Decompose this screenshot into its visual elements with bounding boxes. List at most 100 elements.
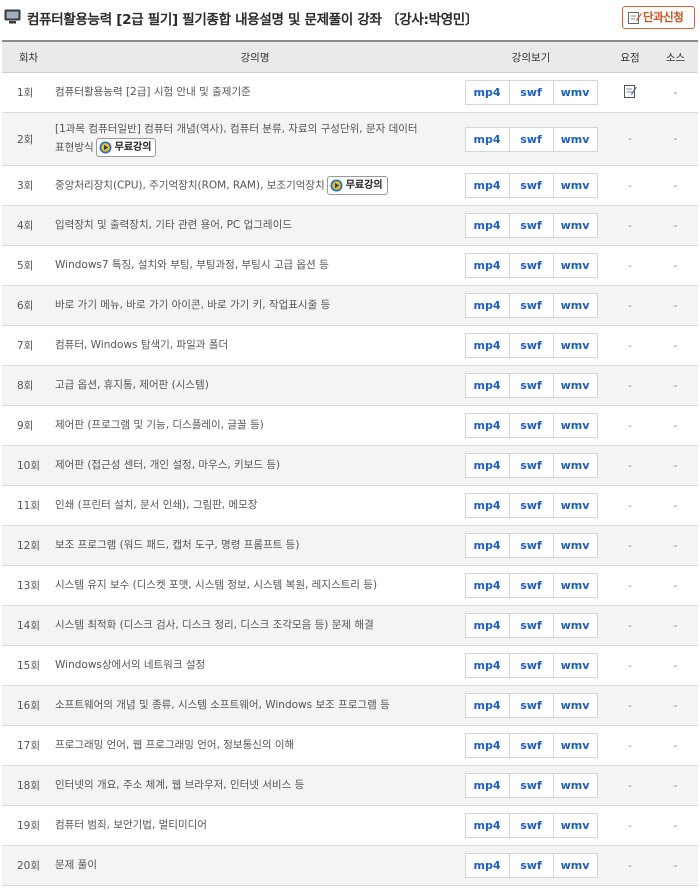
lecture-title: 바로 가기 메뉴, 바로 가기 아이콘, 바로 가기 키, 작업표시줄 등 xyxy=(55,299,331,311)
lecture-view-cell: mp4 swf wmv xyxy=(455,725,607,766)
lecture-number: 1회 xyxy=(2,72,55,113)
swf-button[interactable]: swf xyxy=(508,293,554,318)
mp4-button[interactable]: mp4 xyxy=(464,693,510,718)
wmv-button[interactable]: wmv xyxy=(552,173,598,198)
swf-button[interactable]: swf xyxy=(508,373,554,398)
mp4-button[interactable]: mp4 xyxy=(464,126,510,152)
lecture-title-cell: 프로그래밍 언어, 웹 프로그래밍 언어, 정보통신의 이해 xyxy=(55,725,455,766)
memo-cell: - xyxy=(607,725,653,766)
lecture-title: [1과목 컴퓨터일반] 컴퓨터 개념(역사), 컴퓨터 분류, 자료의 구성단위… xyxy=(55,123,418,135)
mp4-button[interactable]: mp4 xyxy=(464,733,510,758)
wmv-button[interactable]: wmv xyxy=(552,293,598,318)
swf-button[interactable]: swf xyxy=(508,413,554,438)
mp4-button[interactable]: mp4 xyxy=(464,80,510,105)
source-cell: - xyxy=(653,765,698,806)
swf-button[interactable]: swf xyxy=(508,813,554,838)
wmv-button[interactable]: wmv xyxy=(552,253,598,278)
lecture-number: 3회 xyxy=(2,165,55,206)
lecture-number: 15회 xyxy=(2,645,55,686)
free-lecture-button[interactable]: 무료강의 xyxy=(326,176,388,195)
wmv-button[interactable]: wmv xyxy=(552,573,598,598)
swf-button[interactable]: swf xyxy=(508,333,554,358)
mp4-button[interactable]: mp4 xyxy=(464,333,510,358)
wmv-button[interactable]: wmv xyxy=(552,126,598,152)
source-cell: - xyxy=(653,685,698,726)
memo-empty: - xyxy=(628,133,632,145)
format-button-group: mp4 swf wmv xyxy=(455,126,607,152)
wmv-button[interactable]: wmv xyxy=(552,333,598,358)
mp4-button[interactable]: mp4 xyxy=(464,453,510,478)
play-icon xyxy=(330,179,343,192)
lecture-view-cell: mp4 swf wmv xyxy=(455,445,607,486)
swf-button[interactable]: swf xyxy=(508,493,554,518)
wmv-button[interactable]: wmv xyxy=(552,80,598,105)
swf-button[interactable]: swf xyxy=(508,613,554,638)
lecture-title: 입력장치 및 출력장치, 기타 관련 용어, PC 업그레이드 xyxy=(55,219,292,231)
wmv-button[interactable]: wmv xyxy=(552,613,598,638)
free-lecture-button[interactable]: 무료강의 xyxy=(95,138,157,157)
wmv-button[interactable]: wmv xyxy=(552,413,598,438)
wmv-button[interactable]: wmv xyxy=(552,773,598,798)
mp4-button[interactable]: mp4 xyxy=(464,373,510,398)
memo-cell: - xyxy=(607,845,653,886)
mp4-button[interactable]: mp4 xyxy=(464,573,510,598)
lecture-number: 9회 xyxy=(2,405,55,446)
wmv-button[interactable]: wmv xyxy=(552,453,598,478)
source-cell: - xyxy=(653,565,698,606)
wmv-button[interactable]: wmv xyxy=(552,853,598,878)
lecture-number: 13회 xyxy=(2,565,55,606)
free-lecture-label: 무료강의 xyxy=(345,180,383,191)
lecture-number: 20회 xyxy=(2,845,55,886)
memo-cell xyxy=(607,72,653,113)
mp4-button[interactable]: mp4 xyxy=(464,293,510,318)
apply-course-button[interactable]: 단과신청 xyxy=(622,6,695,29)
memo-empty: - xyxy=(628,339,632,352)
swf-button[interactable]: swf xyxy=(508,693,554,718)
lecture-title: 컴퓨터활용능력 [2급] 시험 안내 및 출제기준 xyxy=(55,86,251,98)
mp4-button[interactable]: mp4 xyxy=(464,213,510,238)
format-button-group: mp4 swf wmv xyxy=(455,213,607,238)
mp4-button[interactable]: mp4 xyxy=(464,773,510,798)
swf-button[interactable]: swf xyxy=(508,253,554,278)
swf-button[interactable]: swf xyxy=(508,773,554,798)
wmv-button[interactable]: wmv xyxy=(552,693,598,718)
mp4-button[interactable]: mp4 xyxy=(464,533,510,558)
swf-button[interactable]: swf xyxy=(508,453,554,478)
wmv-button[interactable]: wmv xyxy=(552,813,598,838)
wmv-button[interactable]: wmv xyxy=(552,493,598,518)
mp4-button[interactable]: mp4 xyxy=(464,253,510,278)
wmv-button[interactable]: wmv xyxy=(552,373,598,398)
lecture-number: 5회 xyxy=(2,245,55,286)
wmv-button[interactable]: wmv xyxy=(552,533,598,558)
memo-empty: - xyxy=(628,259,632,272)
swf-button[interactable]: swf xyxy=(508,853,554,878)
mp4-button[interactable]: mp4 xyxy=(464,173,510,198)
swf-button[interactable]: swf xyxy=(508,126,554,152)
wmv-button[interactable]: wmv xyxy=(552,653,598,678)
swf-button[interactable]: swf xyxy=(508,533,554,558)
wmv-button[interactable]: wmv xyxy=(552,213,598,238)
swf-button[interactable]: swf xyxy=(508,653,554,678)
swf-button[interactable]: swf xyxy=(508,80,554,105)
table-row: 1회 컴퓨터활용능력 [2급] 시험 안내 및 출제기준 mp4 swf wmv - xyxy=(2,72,698,113)
memo-icon[interactable] xyxy=(623,84,637,101)
format-button-group: mp4 swf wmv xyxy=(455,613,607,638)
mp4-button[interactable]: mp4 xyxy=(464,493,510,518)
lecture-number: 7회 xyxy=(2,325,55,366)
wmv-button[interactable]: wmv xyxy=(552,733,598,758)
mp4-button[interactable]: mp4 xyxy=(464,813,510,838)
swf-button[interactable]: swf xyxy=(508,573,554,598)
mp4-button[interactable]: mp4 xyxy=(464,853,510,878)
mp4-button[interactable]: mp4 xyxy=(464,413,510,438)
mp4-button[interactable]: mp4 xyxy=(464,613,510,638)
course-header: 컴퓨터활용능력 [2급 필기] 필기종합 내용설명 및 문제풀이 강좌 〔강사:… xyxy=(0,0,700,34)
memo-empty: - xyxy=(628,219,632,232)
swf-button[interactable]: swf xyxy=(508,213,554,238)
memo-empty: - xyxy=(628,379,632,392)
lecture-number: 8회 xyxy=(2,365,55,406)
source-cell: - xyxy=(653,112,698,166)
swf-button[interactable]: swf xyxy=(508,733,554,758)
mp4-button[interactable]: mp4 xyxy=(464,653,510,678)
lecture-view-cell: mp4 swf wmv xyxy=(455,365,607,406)
swf-button[interactable]: swf xyxy=(508,173,554,198)
